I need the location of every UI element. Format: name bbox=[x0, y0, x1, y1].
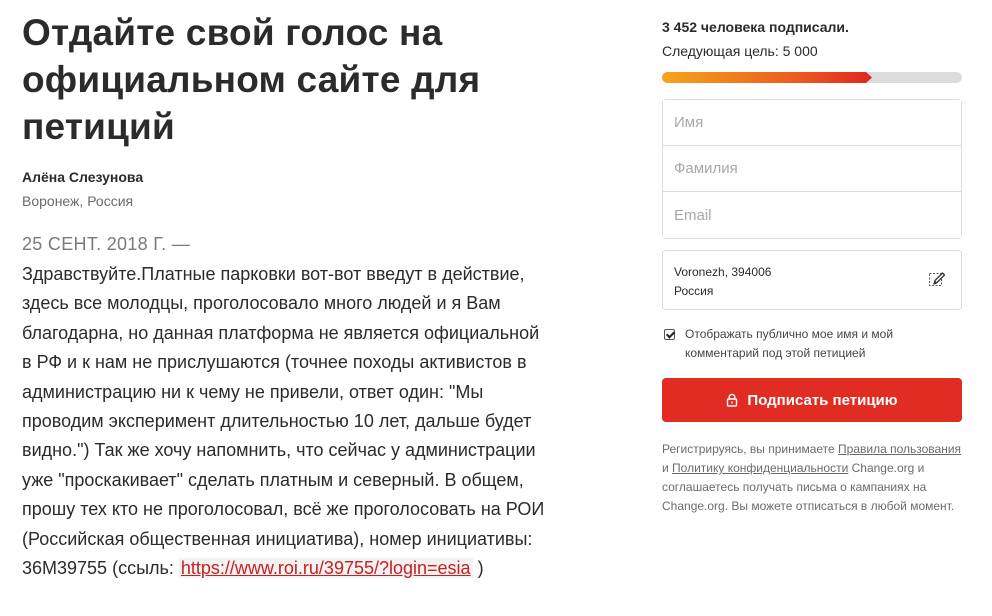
signature-progress-bar bbox=[662, 72, 962, 83]
public-name-checkbox[interactable] bbox=[664, 329, 675, 340]
next-goal: Следующая цель: 5 000 bbox=[662, 43, 818, 59]
address-country: Россия bbox=[674, 284, 714, 298]
consent-row: Отображать публично мое имя и мой коммен… bbox=[662, 325, 962, 363]
body-line: видно.") Так же хочу напомнить, что сейч… bbox=[22, 440, 536, 461]
petition-title-line: Отдайте свой голос на bbox=[22, 12, 443, 53]
address-box: Voronezh, 394006 Россия bbox=[662, 250, 962, 310]
lock-icon bbox=[726, 393, 738, 407]
signature-count: 3 452 человека подписали. bbox=[662, 19, 849, 35]
update-date: 25 СЕНТ. 2018 Г. — bbox=[22, 234, 191, 254]
body-line-suffix: ) bbox=[472, 558, 484, 579]
email-input[interactable] bbox=[663, 192, 961, 238]
body-line: прошу тех кто не проголосовал, всё же пр… bbox=[22, 499, 545, 520]
body-line: благодарна, но данная платформа не являе… bbox=[22, 322, 540, 343]
privacy-link[interactable]: Политику конфиденциальности bbox=[672, 461, 848, 475]
sign-sidebar: 3 452 человека подписали. Следующая цель… bbox=[662, 0, 962, 516]
first-name-input[interactable] bbox=[663, 100, 961, 146]
pencil-edit-icon[interactable] bbox=[927, 270, 947, 290]
body-line: Здравствуйте.Платные парковки вот-вот вв… bbox=[22, 264, 525, 284]
body-line: уже "проскакивает" сделать платным и сев… bbox=[22, 469, 524, 490]
author-location: Воронеж, Россия bbox=[22, 193, 134, 209]
signer-form bbox=[662, 99, 962, 239]
body-line: здесь все молодцы, проголосовало много л… bbox=[22, 293, 501, 314]
body-line-prefix: 36М39755 (ссыль: bbox=[22, 558, 179, 579]
legal-notice: Регистрируясь, вы принимаете Правила пол… bbox=[662, 440, 962, 516]
signature-progress-fill bbox=[662, 72, 872, 83]
author-name: Алёна Слезунова bbox=[22, 169, 144, 185]
sign-button-label: Подписать петицию bbox=[747, 391, 898, 409]
petition-title-line: петиций bbox=[22, 106, 175, 147]
terms-link[interactable]: Правила пользования bbox=[838, 442, 961, 456]
body-line: администрацию ни к чему не привели, отве… bbox=[22, 381, 484, 402]
legal-text: Регистрируясь, вы принимаете bbox=[662, 442, 839, 456]
roi-link[interactable]: https://www.roi.ru/39755/?login=esia bbox=[178, 558, 473, 579]
last-name-input[interactable] bbox=[663, 146, 961, 192]
sign-petition-button[interactable]: Подписать петицию bbox=[662, 378, 962, 422]
body-line-last: 36М39755 (ссыль: https://www.roi.ru/3975… bbox=[22, 554, 622, 583]
body-line: проводим эксперимент длительностью 10 ле… bbox=[22, 411, 532, 432]
body-line: в РФ и к нам не прислушаются (точнее пох… bbox=[22, 352, 527, 373]
legal-text: и bbox=[662, 461, 673, 475]
petition-title-line: официальном сайте для bbox=[22, 59, 481, 100]
address-city: Voronezh, 394006 bbox=[674, 265, 772, 279]
body-line: (Российская общественная инициатива), но… bbox=[22, 528, 533, 549]
consent-label: Отображать публично мое имя и мой коммен… bbox=[685, 327, 894, 360]
petition-title: Отдайте свой голос на официальном сайте … bbox=[22, 9, 622, 150]
petition-content: Отдайте свой голос на официальном сайте … bbox=[22, 0, 622, 583]
petition-body: Здравствуйте.Платные парковки вот-вот вв… bbox=[22, 260, 622, 583]
